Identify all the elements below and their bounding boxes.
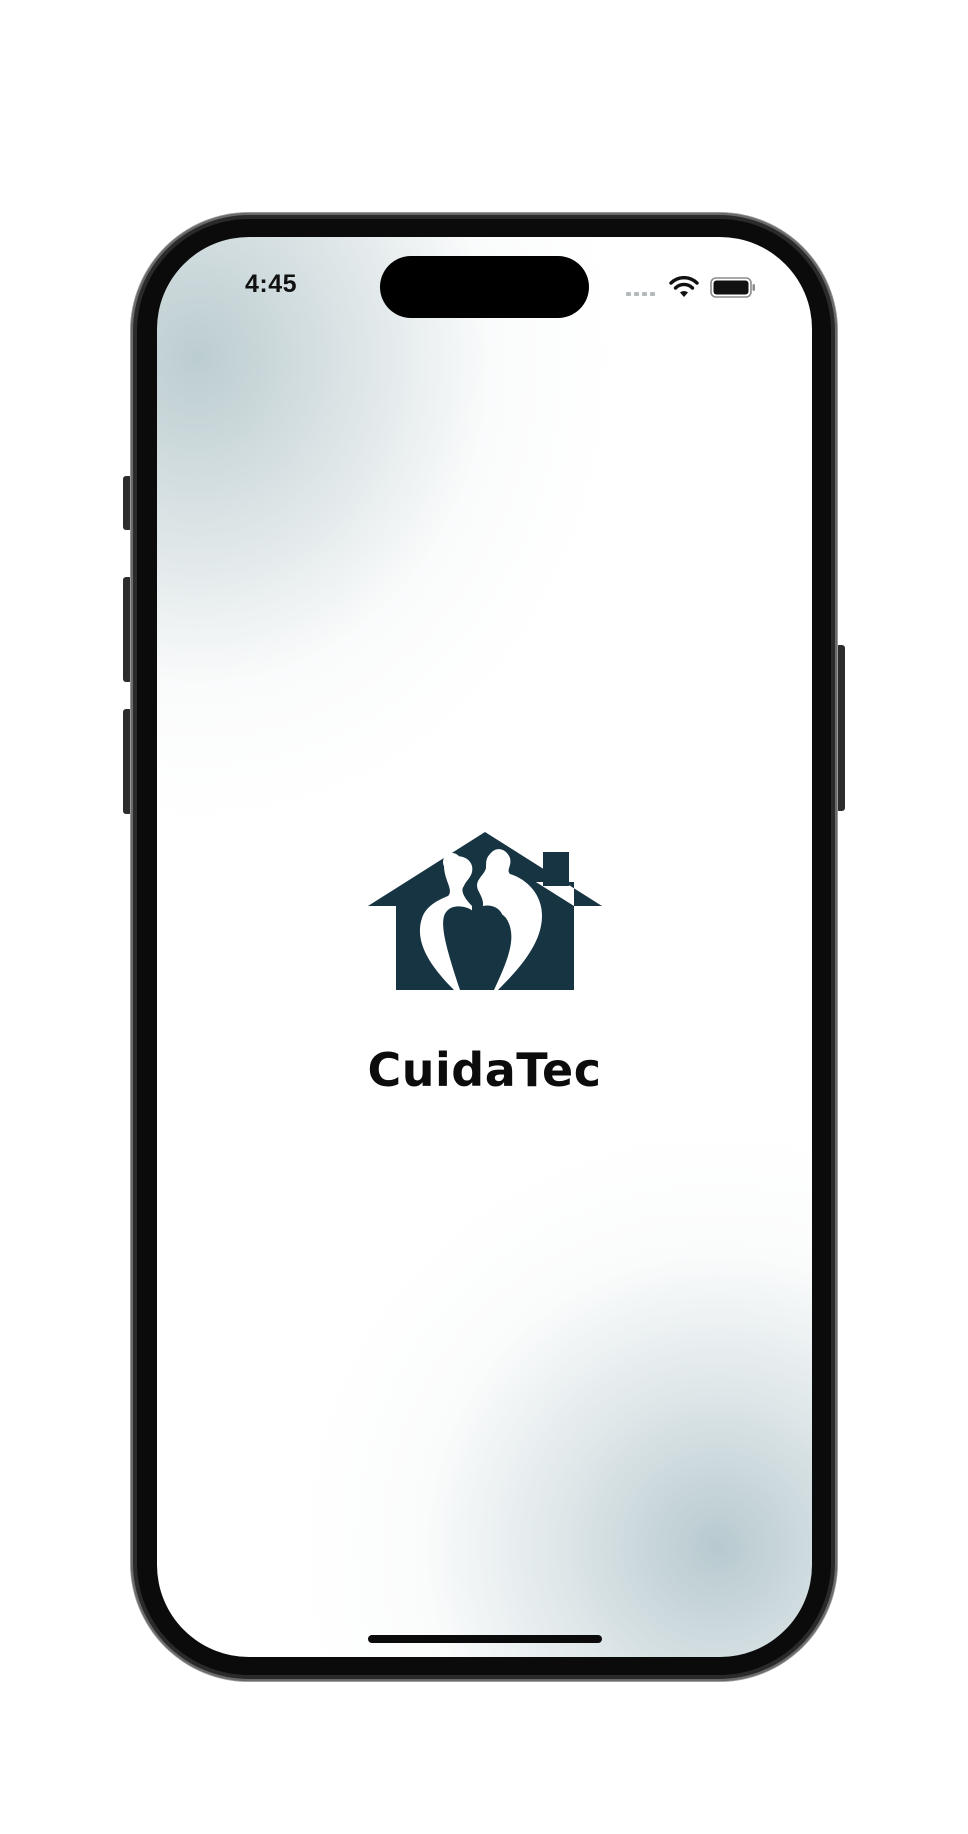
splash-screen: 4:45 CuidaTec: [157, 237, 812, 1657]
stage: 4:45 CuidaTec: [0, 0, 968, 1834]
home-indicator[interactable]: [368, 1635, 602, 1643]
dynamic-island: [380, 256, 589, 318]
battery-icon: [710, 277, 755, 298]
house-family-logo-icon: [368, 832, 602, 990]
app-title: CuidaTec: [367, 1043, 602, 1097]
wifi-icon: [669, 276, 699, 297]
cellular-signal-icon: [626, 292, 655, 296]
status-time: 4:45: [245, 270, 298, 298]
power-button: [836, 645, 845, 811]
